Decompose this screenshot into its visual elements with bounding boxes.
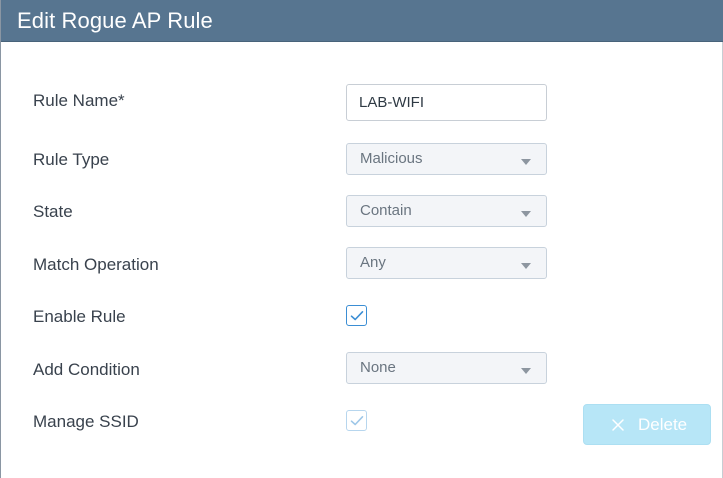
manage-ssid-label: Manage SSID — [33, 412, 139, 431]
rule-name-input[interactable] — [346, 84, 547, 121]
rule-name-label: Rule Name* — [33, 91, 125, 110]
check-icon — [350, 416, 364, 426]
check-icon — [350, 311, 364, 321]
chevron-down-icon — [521, 159, 531, 165]
add-condition-label: Add Condition — [33, 360, 140, 379]
add-condition-value: None — [360, 359, 396, 376]
chevron-down-icon — [521, 368, 531, 374]
edit-rogue-ap-rule-dialog: Edit Rogue AP Rule Rule Name* Rule Type … — [0, 0, 723, 478]
rule-type-label: Rule Type — [33, 150, 110, 169]
chevron-down-icon — [521, 263, 531, 269]
close-icon — [612, 419, 624, 431]
match-operation-select[interactable]: Any — [346, 247, 547, 279]
add-condition-select[interactable]: None — [346, 352, 547, 384]
manage-ssid-checkbox[interactable] — [346, 410, 367, 431]
dialog-title: Edit Rogue AP Rule — [17, 8, 213, 33]
rule-type-value: Malicious — [360, 150, 423, 167]
state-select[interactable]: Contain — [346, 195, 547, 227]
dialog-titlebar: Edit Rogue AP Rule — [1, 0, 723, 42]
state-label: State — [33, 202, 73, 221]
enable-rule-checkbox[interactable] — [346, 305, 367, 326]
state-value: Contain — [360, 202, 412, 219]
rule-type-select[interactable]: Malicious — [346, 143, 547, 175]
match-operation-value: Any — [360, 254, 386, 271]
enable-rule-label: Enable Rule — [33, 307, 126, 326]
chevron-down-icon — [521, 211, 531, 217]
delete-button-label: Delete — [638, 415, 688, 434]
match-operation-label: Match Operation — [33, 255, 159, 274]
delete-button[interactable]: Delete — [583, 404, 711, 445]
